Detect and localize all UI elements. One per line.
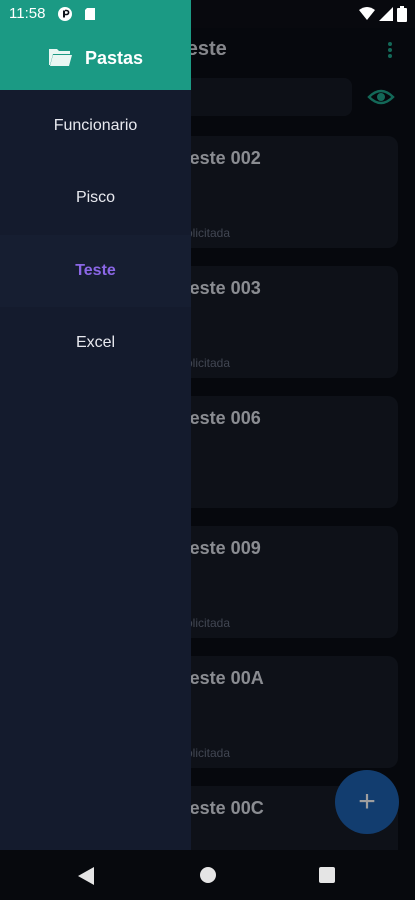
drawer-item-label: Funcionario: [53, 117, 138, 134]
screen: 11:58 Teste Teste 002 solicitada Teste 0…: [0, 0, 415, 900]
signal-icon: [379, 7, 393, 21]
drawer-item-label: Excel: [75, 334, 116, 351]
back-icon[interactable]: [78, 867, 94, 885]
drawer-item-pisco[interactable]: Pisco: [0, 162, 191, 234]
status-bar: 11:58: [0, 0, 415, 28]
status-icons: [359, 6, 407, 22]
home-icon[interactable]: [200, 867, 216, 883]
wifi-icon: [359, 7, 375, 20]
system-nav-bar: [0, 850, 415, 900]
status-time: 11:58: [9, 5, 46, 22]
sd-card-icon: [85, 8, 95, 20]
folder-open-icon: [49, 49, 72, 66]
notification-app-icon: [58, 7, 72, 21]
drawer-item-label: Pisco: [75, 189, 116, 206]
drawer-item-teste[interactable]: Teste: [0, 235, 191, 307]
navigation-drawer: Pastas Funcionario Pisco Teste Excel: [0, 0, 191, 850]
drawer-item-label: Teste: [75, 262, 116, 279]
drawer-item-funcionario[interactable]: Funcionario: [0, 90, 191, 162]
drawer-item-excel[interactable]: Excel: [0, 307, 191, 379]
drawer-title: Pastas: [85, 48, 144, 68]
recents-icon[interactable]: [319, 867, 335, 883]
battery-icon: [397, 6, 407, 22]
